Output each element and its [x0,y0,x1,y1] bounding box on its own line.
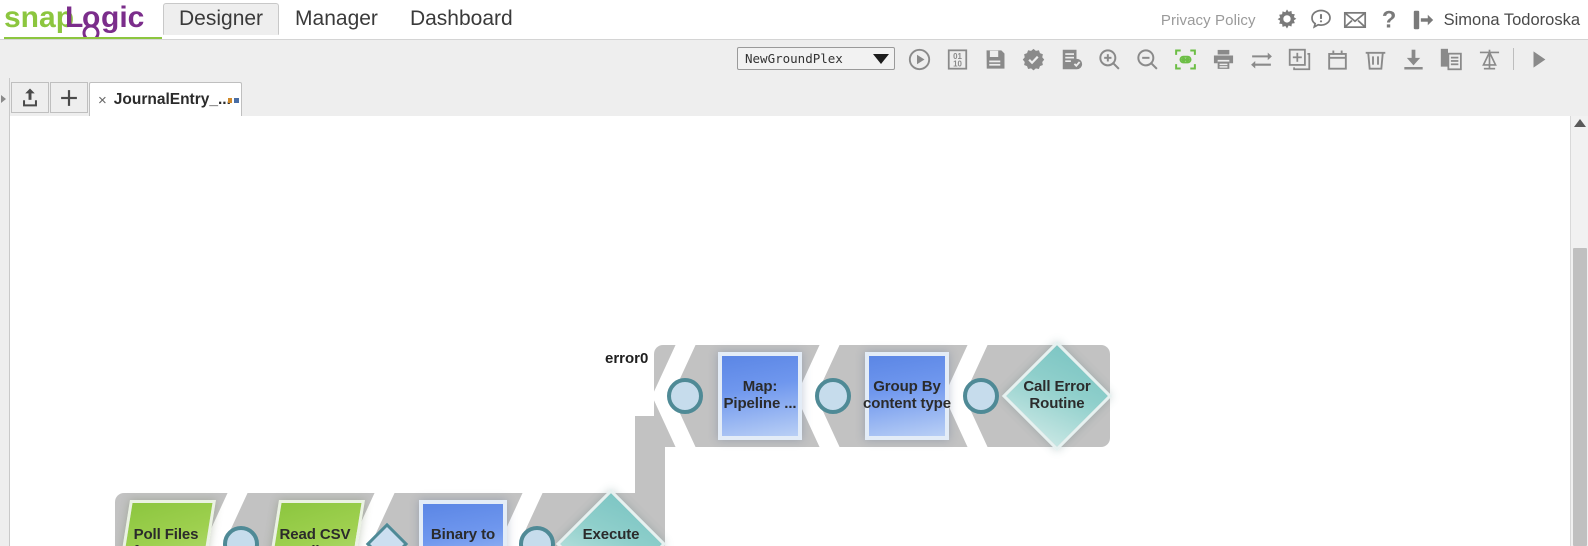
snap-node-label: Execute SUB_Journ... [565,526,658,546]
chevron-right-icon[interactable] [1,93,9,105]
connection-point[interactable] [963,378,999,414]
gear-icon[interactable] [1270,1,1304,39]
snap-node-read-csv-file[interactable]: Read CSV File [265,500,365,546]
scales-compare-icon[interactable] [1470,41,1508,77]
svg-text:gic: gic [101,1,144,34]
logout-icon[interactable] [1406,1,1440,39]
snap-node-poll-files-from-ftp[interactable]: Poll Files from FTP [116,500,216,546]
snap-node-call-error-routine[interactable]: Call Error Routine [1001,340,1113,452]
snap-node-binary-to-document[interactable]: Binary to Document [419,500,507,546]
privacy-policy-link[interactable]: Privacy Policy [1161,12,1256,29]
validate-button[interactable] [1014,41,1052,77]
snaplogic-logo[interactable]: snap L o gic [4,0,164,41]
pipeline-tab-label: JournalEntry_... [113,91,231,108]
svg-text:L: L [65,1,83,34]
snap-node-label: Group By content type [863,378,951,412]
scrollbar-thumb[interactable] [1573,248,1587,546]
svg-text:snap: snap [4,1,74,34]
new-pipeline-button[interactable] [50,82,88,113]
snaplogic-designer-window: snap L o gic Designer Manager Dashboard … [0,0,1588,546]
pipeline-properties-button[interactable] [1052,41,1090,77]
snap-node-label: Map: Pipeline ... [723,378,797,412]
mail-icon[interactable] [1338,1,1372,39]
pipeline-tab-journalentry[interactable]: × JournalEntry_... [89,82,242,117]
chevron-down-icon [868,48,894,69]
add-panel-button[interactable] [1280,41,1318,77]
snaplex-select[interactable]: NewGroundPlex [737,47,895,70]
connection-point[interactable] [667,378,703,414]
nav-tab-manager-label: Manager [295,7,378,30]
expand-panel-button[interactable] [1519,41,1557,77]
nav-tab-dashboard-label: Dashboard [409,7,513,30]
save-button[interactable] [976,41,1014,77]
canvas-vertical-scrollbar[interactable] [1570,116,1588,546]
zoom-in-button[interactable] [1090,41,1128,77]
copy-icon[interactable] [1432,41,1470,77]
svg-text:?: ? [1381,7,1396,33]
close-icon[interactable]: × [98,93,107,108]
scroll-up-arrow-icon[interactable] [1574,119,1586,127]
zoom-fit-button[interactable] [1166,41,1204,77]
print-button[interactable] [1204,41,1242,77]
tab-status-marker-a [228,98,232,103]
tab-status-marker-b [234,98,239,103]
snap-node-map-pipeline[interactable]: Map: Pipeline ... [718,352,802,440]
nav-tab-manager[interactable]: Manager [279,3,394,35]
top-header-bar: snap L o gic Designer Manager Dashboard … [0,0,1588,41]
toolbar-button-group: 01 10 [900,41,1557,77]
help-icon[interactable]: ? [1372,1,1406,39]
left-rail [0,78,10,546]
save-as-button[interactable] [1318,41,1356,77]
snap-node-label: Binary to Document [427,526,500,546]
download-icon[interactable] [1394,41,1432,77]
snap-node-group-by-content-type[interactable]: Group By content type [863,352,951,440]
error-branch-label: error0 [605,350,649,367]
trash-icon[interactable] [1356,41,1394,77]
notification-icon[interactable] [1304,1,1338,39]
user-name-label[interactable]: Simona Todoroska [1444,11,1580,30]
swap-arrows-button[interactable] [1242,41,1280,77]
binary-preview-button[interactable]: 01 10 [938,41,976,77]
zoom-out-button[interactable] [1128,41,1166,77]
main-navigation: Designer Manager Dashboard [163,0,529,36]
upload-pipeline-button[interactable] [11,82,49,113]
snaplex-select-value: NewGroundPlex [745,51,843,66]
execute-pipeline-button[interactable] [900,41,938,77]
snap-node-label: Call Error Routine [1023,378,1091,412]
snap-node-label: Poll Files from FTP [133,526,199,546]
svg-text:10: 10 [953,59,962,68]
nav-tab-designer-label: Designer [179,7,264,30]
snap-node-label: Read CSV File [279,526,351,546]
toolbar-divider [1513,48,1514,70]
header-actions: Privacy Policy ? Simona Todoroska [1161,0,1584,40]
nav-tab-designer[interactable]: Designer [163,3,280,35]
snap-node-execute-sub-journal[interactable]: Execute SUB_Journ... [555,488,667,546]
connection-point[interactable] [815,378,851,414]
pipeline-canvas[interactable]: error0 Map: Pipeline ... Group By conten… [10,116,1570,546]
nav-tab-dashboard[interactable]: Dashboard [394,3,529,35]
